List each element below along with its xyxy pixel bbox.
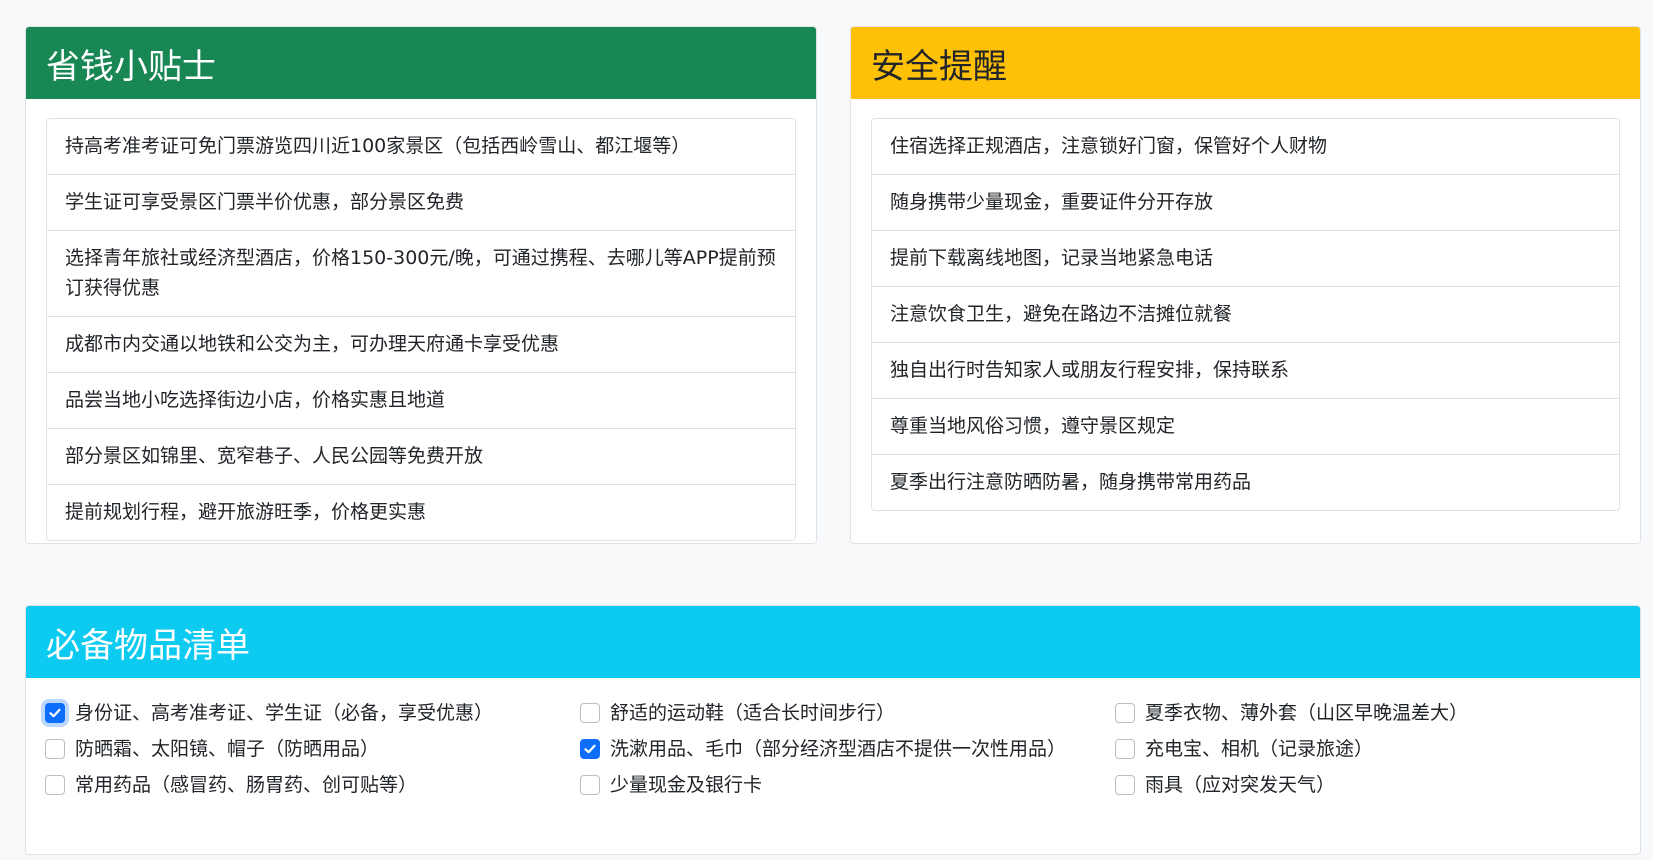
safety-reminders-list: 住宿选择正规酒店，注意锁好门窗，保管好个人财物 随身携带少量现金，重要证件分开存… (871, 118, 1620, 511)
checklist-item[interactable]: 雨具（应对突发天气） (1115, 769, 1615, 801)
checkmark-icon (584, 744, 596, 754)
checklist-item[interactable]: 充电宝、相机（记录旅途） (1115, 733, 1615, 765)
checklist-item-label: 舒适的运动鞋（适合长时间步行） (610, 702, 896, 724)
savings-tips-header: 省钱小贴士 (26, 27, 816, 99)
savings-tip-item: 学生证可享受景区门票半价优惠，部分景区免费 (47, 174, 795, 230)
savings-tip-item: 提前规划行程，避开旅游旺季，价格更实惠 (47, 484, 795, 540)
checklist-item-label: 常用药品（感冒药、肠胃药、创可贴等） (75, 774, 418, 796)
checkbox[interactable] (45, 739, 65, 759)
checklist-item[interactable]: 洗漱用品、毛巾（部分经济型酒店不提供一次性用品） (580, 733, 1115, 765)
checkbox[interactable] (580, 739, 600, 759)
safety-reminder-item: 住宿选择正规酒店，注意锁好门窗，保管好个人财物 (890, 135, 1328, 157)
savings-tips-card: 省钱小贴士 持高考准考证可免门票游览四川近100家景区（包括西岭雪山、都江堰等）… (25, 26, 817, 544)
checkbox[interactable] (45, 775, 65, 795)
checklist-item-label: 洗漱用品、毛巾（部分经济型酒店不提供一次性用品） (610, 738, 1067, 760)
savings-tip-item: 部分景区如锦里、宽窄巷子、人民公园等免费开放 (47, 428, 795, 484)
checkbox[interactable] (45, 703, 65, 723)
checkmark-icon (49, 708, 61, 718)
checklist-item[interactable]: 常用药品（感冒药、肠胃药、创可贴等） (45, 769, 580, 801)
checklist-item-label: 身份证、高考准考证、学生证（必备，享受优惠） (75, 702, 494, 724)
checkbox[interactable] (1115, 739, 1135, 759)
checklist-item-label: 防晒霜、太阳镜、帽子（防晒用品） (75, 738, 380, 760)
safety-reminders-card: 安全提醒 住宿选择正规酒店，注意锁好门窗，保管好个人财物 随身携带少量现金，重要… (850, 26, 1641, 544)
checkbox[interactable] (1115, 775, 1135, 795)
packing-checklist: 身份证、高考准考证、学生证（必备，享受优惠） 舒适的运动鞋（适合长时间步行） 夏… (26, 678, 1640, 801)
safety-reminder-item: 尊重当地风俗习惯，遵守景区规定 (872, 398, 1619, 454)
checklist-item-label: 充电宝、相机（记录旅途） (1145, 738, 1374, 760)
safety-reminder-item: 提前下载离线地图，记录当地紧急电话 (872, 230, 1619, 286)
savings-tips-list: 持高考准考证可免门票游览四川近100家景区（包括西岭雪山、都江堰等） 学生证可享… (46, 118, 796, 541)
safety-reminder-item: 夏季出行注意防晒防暑，随身携带常用药品 (872, 454, 1619, 510)
checkbox[interactable] (1115, 703, 1135, 723)
checklist-item[interactable]: 身份证、高考准考证、学生证（必备，享受优惠） (45, 697, 580, 729)
checklist-item-label: 雨具（应对突发天气） (1145, 774, 1336, 796)
packing-checklist-header: 必备物品清单 (26, 606, 1640, 678)
packing-checklist-card: 必备物品清单 身份证、高考准考证、学生证（必备，享受优惠） 舒适的运动鞋（适合长… (25, 605, 1641, 855)
savings-tip-item: 持高考准考证可免门票游览四川近100家景区（包括西岭雪山、都江堰等） (65, 135, 691, 157)
checklist-item-label: 少量现金及银行卡 (610, 774, 763, 796)
checkbox[interactable] (580, 703, 600, 723)
safety-reminders-header: 安全提醒 (851, 27, 1640, 99)
checklist-item[interactable]: 舒适的运动鞋（适合长时间步行） (580, 697, 1115, 729)
savings-tip-item: 成都市内交通以地铁和公交为主，可办理天府通卡享受优惠 (47, 316, 795, 372)
safety-reminder-item: 注意饮食卫生，避免在路边不洁摊位就餐 (872, 286, 1619, 342)
checkbox[interactable] (580, 775, 600, 795)
safety-reminder-item: 独自出行时告知家人或朋友行程安排，保持联系 (872, 342, 1619, 398)
savings-tip-item: 选择青年旅社或经济型酒店，价格150-300元/晚，可通过携程、去哪儿等APP提… (47, 230, 795, 316)
safety-reminder-item: 随身携带少量现金，重要证件分开存放 (872, 174, 1619, 230)
checklist-item[interactable]: 夏季衣物、薄外套（山区早晚温差大） (1115, 697, 1615, 729)
checklist-item[interactable]: 少量现金及银行卡 (580, 769, 1115, 801)
checklist-item-label: 夏季衣物、薄外套（山区早晚温差大） (1145, 702, 1469, 724)
checklist-item[interactable]: 防晒霜、太阳镜、帽子（防晒用品） (45, 733, 580, 765)
savings-tip-item: 品尝当地小吃选择街边小店，价格实惠且地道 (47, 372, 795, 428)
